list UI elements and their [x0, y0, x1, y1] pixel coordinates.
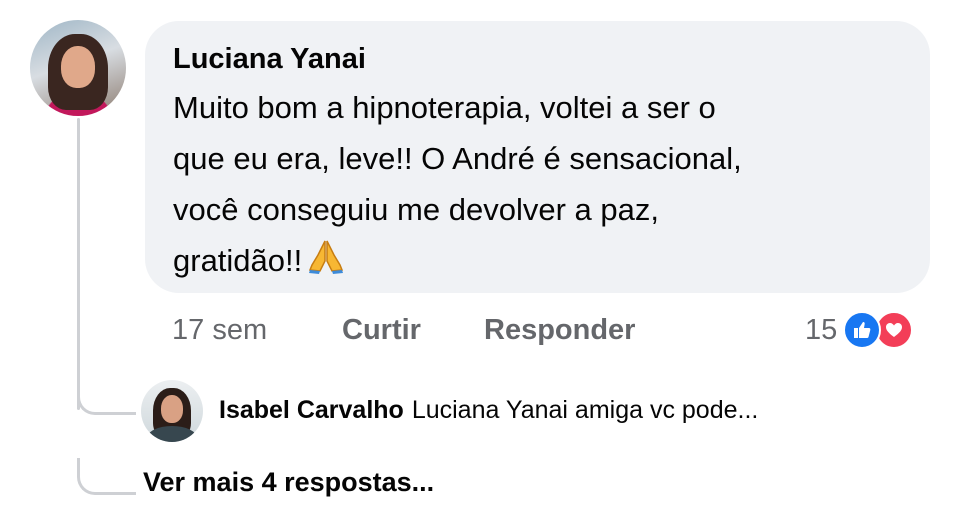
- reaction-count: 15: [805, 313, 838, 346]
- comment-timestamp[interactable]: 17 sem: [172, 310, 267, 350]
- comment-text: Muito bom a hipnoterapia, voltei a ser o…: [173, 90, 742, 278]
- reactions-summary[interactable]: 15: [805, 310, 914, 350]
- reply-avatar[interactable]: [141, 380, 203, 442]
- comment-bubble: Luciana Yanai Muito bom a hipnoterapia, …: [145, 21, 930, 293]
- reply-author[interactable]: Isabel Carvalho: [219, 396, 404, 424]
- avatar-face: [161, 395, 183, 423]
- comment-author[interactable]: Luciana Yanai: [173, 41, 904, 77]
- folded-hands-icon: [306, 235, 346, 290]
- reply-text: Luciana Yanai amiga vc pode...: [411, 396, 759, 424]
- thread-branch: [77, 458, 136, 495]
- like-icon: [843, 311, 882, 349]
- like-button[interactable]: Curtir: [342, 310, 421, 350]
- thread-branch: [77, 378, 136, 415]
- avatar-face: [61, 46, 95, 88]
- reply-preview[interactable]: Isabel Carvalho Luciana Yanai amiga vc po…: [219, 392, 758, 428]
- reply-button[interactable]: Responder: [484, 310, 635, 350]
- comment-text-block: Muito bom a hipnoterapia, voltei a ser o…: [173, 82, 903, 290]
- avatar[interactable]: [30, 20, 126, 116]
- thread-line: [77, 118, 80, 410]
- view-more-replies-link[interactable]: Ver mais 4 respostas...: [143, 464, 434, 500]
